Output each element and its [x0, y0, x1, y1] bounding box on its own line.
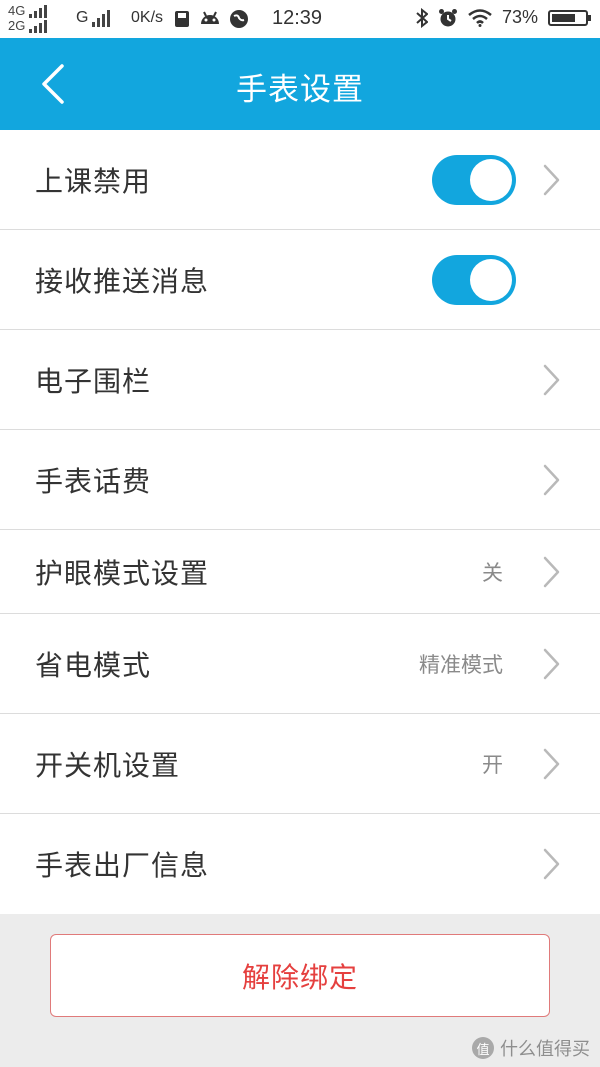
alarm-icon	[438, 8, 457, 26]
settings-row-label: 手表出厂信息	[35, 849, 210, 882]
network-type-4g: 4G	[8, 3, 26, 18]
system-status-icons: 73%	[416, 7, 591, 28]
chevron-right-icon	[543, 556, 560, 587]
chevron-right-icon	[543, 648, 560, 679]
settings-row-power-saving[interactable]: 省电模式 精准模式	[0, 614, 600, 714]
toggle-switch[interactable]	[432, 154, 516, 205]
settings-row-value: 关	[482, 560, 503, 585]
watermark: 值 什么值得买	[472, 1035, 590, 1061]
watermark-logo: 值	[472, 1037, 494, 1059]
settings-row-factory-info[interactable]: 手表出厂信息	[0, 814, 600, 914]
battery-level-fill	[552, 13, 575, 22]
page-title: 手表设置	[236, 72, 364, 108]
notification-icons	[173, 9, 249, 29]
chevron-right-icon	[543, 464, 560, 495]
toggle-knob	[470, 158, 512, 201]
app-header: 手表设置	[0, 38, 600, 130]
network-type-2g: 2G	[8, 18, 26, 33]
network-g-indicator: G	[76, 9, 111, 27]
settings-row-eye-protection[interactable]: 护眼模式设置 关	[0, 530, 600, 614]
toggle-knob	[470, 258, 512, 301]
network-type-g: G	[76, 9, 89, 26]
clock: 12:39	[272, 7, 323, 29]
chevron-right-icon	[543, 364, 560, 395]
wifi-icon	[468, 8, 492, 27]
chevron-right-icon	[543, 164, 560, 195]
settings-row-label: 开关机设置	[35, 748, 181, 782]
unbind-button[interactable]: 解除绑定	[50, 934, 550, 1017]
android-icon	[201, 11, 219, 24]
settings-row-label: 电子围栏	[35, 364, 152, 398]
settings-row-label: 接收推送消息	[35, 264, 210, 298]
signal-bars-icon	[29, 5, 48, 18]
watermark-text: 什么值得买	[500, 1039, 590, 1060]
settings-row-value: 开	[482, 752, 503, 777]
settings-row-label: 手表话费	[35, 464, 152, 498]
status-bar: 4G 2G G 0K/s 12:39 73%	[0, 0, 600, 38]
signal-bars-icon	[29, 20, 48, 33]
cellular-network-indicator: 4G 2G	[8, 3, 48, 33]
settings-list: 上课禁用接收推送消息 电子围栏手表话费护眼模式设置 关省电模式 精准模式开关机设置 开手…	[0, 130, 600, 914]
settings-row-push-messages[interactable]: 接收推送消息	[0, 230, 600, 330]
toggle-switch[interactable]	[432, 254, 516, 305]
settings-row-label: 护眼模式设置	[35, 556, 210, 590]
settings-row-watch-phone-bill[interactable]: 手表话费	[0, 430, 600, 530]
bluetooth-icon	[416, 7, 428, 28]
chevron-right-icon	[543, 748, 560, 779]
settings-row-class-mode[interactable]: 上课禁用	[0, 130, 600, 230]
settings-row-label: 上课禁用	[35, 164, 152, 198]
battery-icon	[548, 9, 591, 26]
globe-icon	[230, 10, 248, 28]
settings-row-value: 精准模式	[419, 652, 503, 677]
network-speed: 0K/s	[131, 9, 164, 26]
sim-icon	[175, 11, 189, 27]
battery-percent: 73%	[501, 7, 538, 27]
settings-row-power-schedule[interactable]: 开关机设置 开	[0, 714, 600, 814]
signal-bars-icon	[92, 10, 111, 27]
settings-row-geo-fence[interactable]: 电子围栏	[0, 330, 600, 430]
settings-row-label: 省电模式	[35, 648, 152, 682]
chevron-right-icon	[543, 848, 560, 880]
